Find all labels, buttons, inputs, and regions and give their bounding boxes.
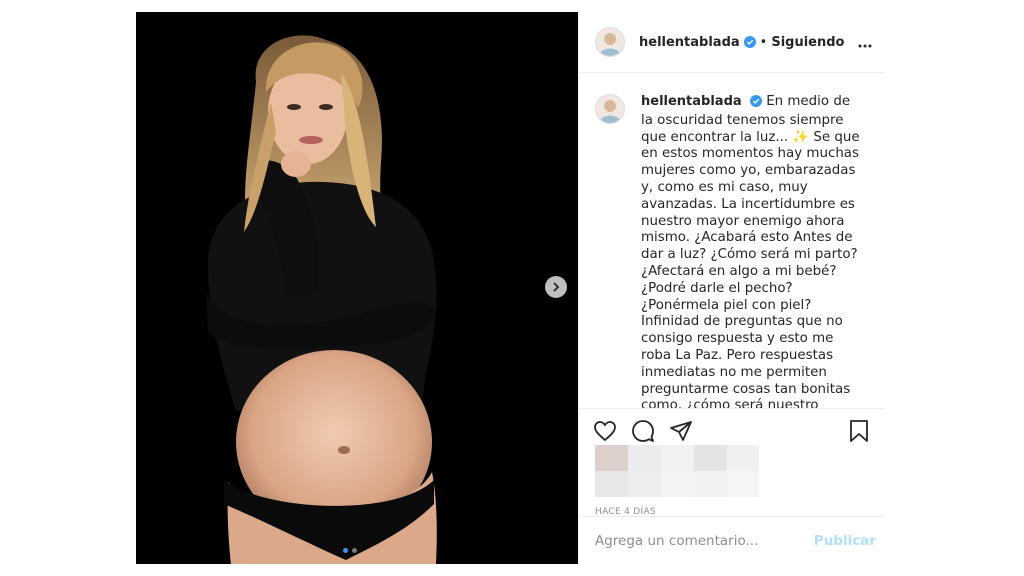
bookmark-icon[interactable]	[848, 419, 870, 447]
verified-badge-icon	[743, 33, 756, 52]
likes-pixelated-block	[595, 445, 759, 497]
comment-input[interactable]: Agrega un comentario...	[595, 533, 814, 549]
chevron-right-icon	[553, 282, 560, 292]
pregnant-woman-portrait	[206, 35, 437, 564]
caption-username-link[interactable]: hellentablada	[641, 94, 742, 109]
carousel-dot-2	[352, 548, 357, 553]
following-button[interactable]: Siguiendo	[771, 35, 844, 50]
caption-body: En medio de la oscuridad tenemos siempre…	[641, 94, 860, 408]
caption: hellentablada En medio de la oscuridad t…	[595, 94, 875, 408]
avatar-image	[596, 28, 624, 56]
share-icon[interactable]	[669, 419, 693, 447]
more-options-icon[interactable]	[858, 33, 872, 52]
post-sidebar: hellentablada • Siguiendo hellentablada …	[578, 12, 884, 564]
post-photo[interactable]	[136, 12, 578, 564]
instagram-post: hellentablada • Siguiendo hellentablada …	[136, 12, 884, 564]
post-actions: HACE 4 DÍAS	[579, 408, 884, 529]
avatar-image	[596, 95, 624, 123]
comment-icon[interactable]	[631, 419, 655, 447]
avatar[interactable]	[595, 27, 625, 57]
separator-dot: •	[759, 34, 768, 50]
carousel-indicator	[343, 548, 357, 553]
heart-icon[interactable]	[593, 419, 617, 447]
carousel-dot-1	[343, 548, 348, 553]
post-header: hellentablada • Siguiendo	[579, 12, 884, 73]
username-link[interactable]: hellentablada	[639, 35, 740, 50]
publish-button[interactable]: Publicar	[814, 533, 876, 549]
comments-scroll-area[interactable]: hellentablada En medio de la oscuridad t…	[579, 72, 884, 408]
next-photo-button[interactable]	[545, 276, 567, 298]
verified-badge-icon	[749, 95, 762, 113]
caption-text-block: hellentablada En medio de la oscuridad t…	[641, 94, 865, 408]
comment-composer: Agrega un comentario... Publicar	[579, 516, 884, 565]
action-icons	[593, 419, 693, 447]
caption-avatar[interactable]	[595, 94, 625, 124]
